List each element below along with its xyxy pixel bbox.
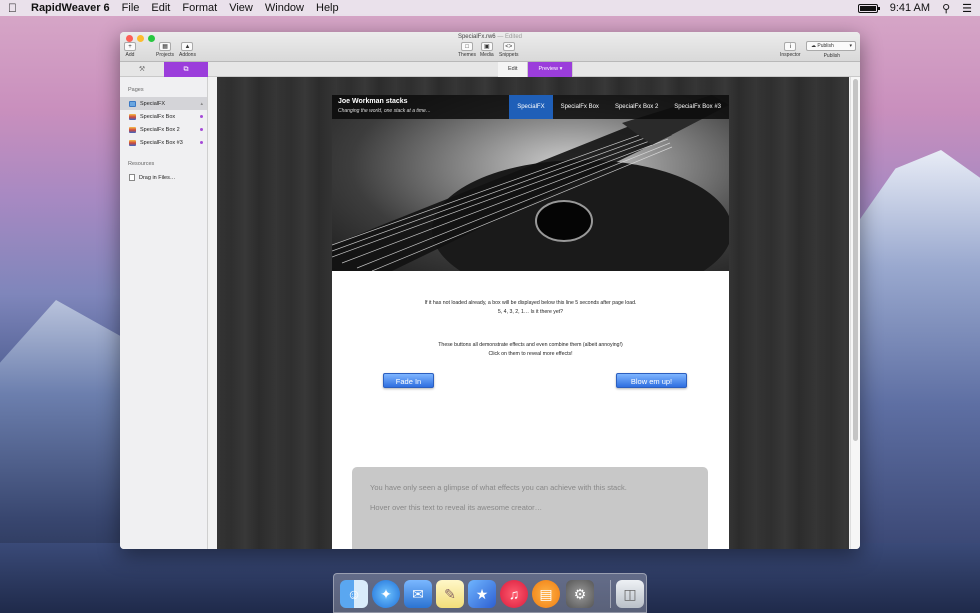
stacks-page-icon [129,126,136,133]
buttons-paragraph: These buttons all demonstrate effects an… [438,342,623,357]
sidebar-page-specialfx[interactable]: SpecialFX ▴ [120,97,207,110]
stacks-page-icon [129,139,136,146]
site-brand[interactable]: Joe Workman stacks [338,98,408,105]
site-nav-specialfx[interactable]: SpecialFX [509,95,553,119]
projects-icon: ▦ [159,42,172,51]
menu-help[interactable]: Help [316,2,339,14]
chevron-down-icon: ▾ [849,43,852,49]
media-icon: ▣ [480,42,493,51]
site-page: Joe Workman stacks Changing the world, o… [332,95,729,549]
menu-file[interactable]: File [122,2,140,14]
media-button[interactable]: ▣ Media [480,42,494,58]
menu-view[interactable]: View [229,2,253,14]
status-dot [200,141,203,144]
site-body: If it has not loaded already, a box will… [332,271,729,549]
trash-icon[interactable]: ◫ [616,580,644,608]
guitar-photo [332,95,729,271]
wrench-icon: ⚒ [138,66,146,73]
stacks-page-icon [129,113,136,120]
pages-header: Pages [128,87,144,93]
preview-scrollbar[interactable] [850,77,860,549]
document-status: — Edited [497,34,523,40]
addons-button[interactable]: ▲ Addons [179,42,196,58]
menu-format[interactable]: Format [182,2,217,14]
rapidweaver-icon[interactable]: ★ [468,580,496,608]
site-tagline: Changing the world, one stack at a time… [338,108,431,114]
notes-icon[interactable]: ✎ [436,580,464,608]
tab-pages[interactable]: ⧉ [164,62,208,77]
preview-mode-tab[interactable]: Preview ▾ [528,62,574,77]
projects-button[interactable]: ▦ Projects [156,42,174,58]
itunes-icon[interactable]: ♫ [500,580,528,608]
themes-icon: □ [461,42,474,51]
status-dot [200,128,203,131]
safari-icon[interactable]: ✦ [372,580,400,608]
edit-mode-tab[interactable]: Edit [498,62,529,77]
system-preferences-icon[interactable]: ⚙ [566,580,594,608]
intro-paragraph: If it has not loaded already, a box will… [424,300,637,315]
cloud-icon: ☁ [811,43,816,49]
sidebar-page-specialfx-box[interactable]: SpecialFx Box [120,110,207,123]
chevron-up-icon: ▴ [200,100,203,107]
spotlight-search-icon[interactable]: ⚲ [942,2,950,15]
tab-settings[interactable]: ⚒ [120,62,164,77]
site-nav-specialfx-box[interactable]: SpecialFx Box [553,95,607,119]
apple-menu-icon[interactable]:  [8,1,17,15]
site-header-image: Joe Workman stacks Changing the world, o… [332,95,729,271]
document-title: SpecialFx.rw6 — Edited [120,34,860,40]
menu-bar:  RapidWeaver 6 File Edit Format View Wi… [0,0,980,16]
site-nav-bar: Joe Workman stacks Changing the world, o… [332,95,729,119]
site-nav-specialfx-box-2[interactable]: SpecialFx Box 2 [607,95,666,119]
sidebar-page-specialfx-box-2[interactable]: SpecialFx Box 2 [120,123,207,136]
mail-icon[interactable]: ✉ [404,580,432,608]
resources-header: Resources [128,161,155,167]
site-nav-specialfx-box-3[interactable]: SpecialFx Box #3 [666,95,729,119]
dock-separator [610,580,611,608]
page-icon [129,100,136,107]
menu-app-name[interactable]: RapidWeaver 6 [31,2,110,14]
themes-button[interactable]: □ Themes [458,42,476,58]
sidebar-page-specialfx-box-3[interactable]: SpecialFx Box #3 [120,136,207,149]
hover-reveal-box[interactable]: You have only seen a glimpse of what eff… [352,467,708,549]
sidebar: Pages SpecialFX ▴ SpecialFx Box SpecialF… [120,77,208,549]
fade-in-button[interactable]: Fade In [383,373,434,388]
plus-icon: + [124,42,136,51]
battery-icon[interactable] [857,3,880,13]
publish-label: Publish [823,53,840,59]
scrollbar-thumb[interactable] [853,79,858,441]
menu-clock[interactable]: 9:41 AM [890,2,930,14]
app-window: SpecialFx.rw6 — Edited + Add ▦ Projects … [120,32,860,549]
add-button[interactable]: + Add [124,42,136,58]
inspector-button[interactable]: i Inspector [780,42,801,58]
ibooks-icon[interactable]: ▤ [532,580,560,608]
status-dot [200,115,203,118]
sidebar-resource-drag-files[interactable]: Drag in Files… [120,171,207,184]
hover-box-text-2: Hover over this text to reveal its aweso… [370,503,543,512]
dock: ☺ ✦ ✉ ✎ ★ ♫ ▤ ⚙ ◫ [333,573,647,613]
puzzle-icon: ▲ [181,42,194,51]
snippets-icon: <> [502,42,515,51]
sub-toolbar: ⚒ ⧉ Edit Preview ▾ [120,62,860,77]
info-icon: i [784,42,797,51]
pages-icon: ⧉ [183,66,189,73]
publish-button[interactable]: ☁ Publish ▾ [806,41,856,51]
title-bar: SpecialFx.rw6 — Edited + Add ▦ Projects … [120,32,860,62]
document-name: SpecialFx.rw6 [457,34,496,40]
blow-em-up-button[interactable]: Blow em up! [616,373,687,388]
finder-icon[interactable]: ☺ [340,580,368,608]
notification-center-icon[interactable]: ☰ [962,2,972,15]
menu-window[interactable]: Window [265,2,304,14]
chevron-down-icon: ▾ [559,66,563,72]
menu-edit[interactable]: Edit [151,2,170,14]
file-icon [129,174,135,181]
hover-box-text-1: You have only seen a glimpse of what eff… [370,483,627,492]
snippets-button[interactable]: <> Snippets [499,42,518,58]
preview-pane: Joe Workman stacks Changing the world, o… [217,77,849,549]
